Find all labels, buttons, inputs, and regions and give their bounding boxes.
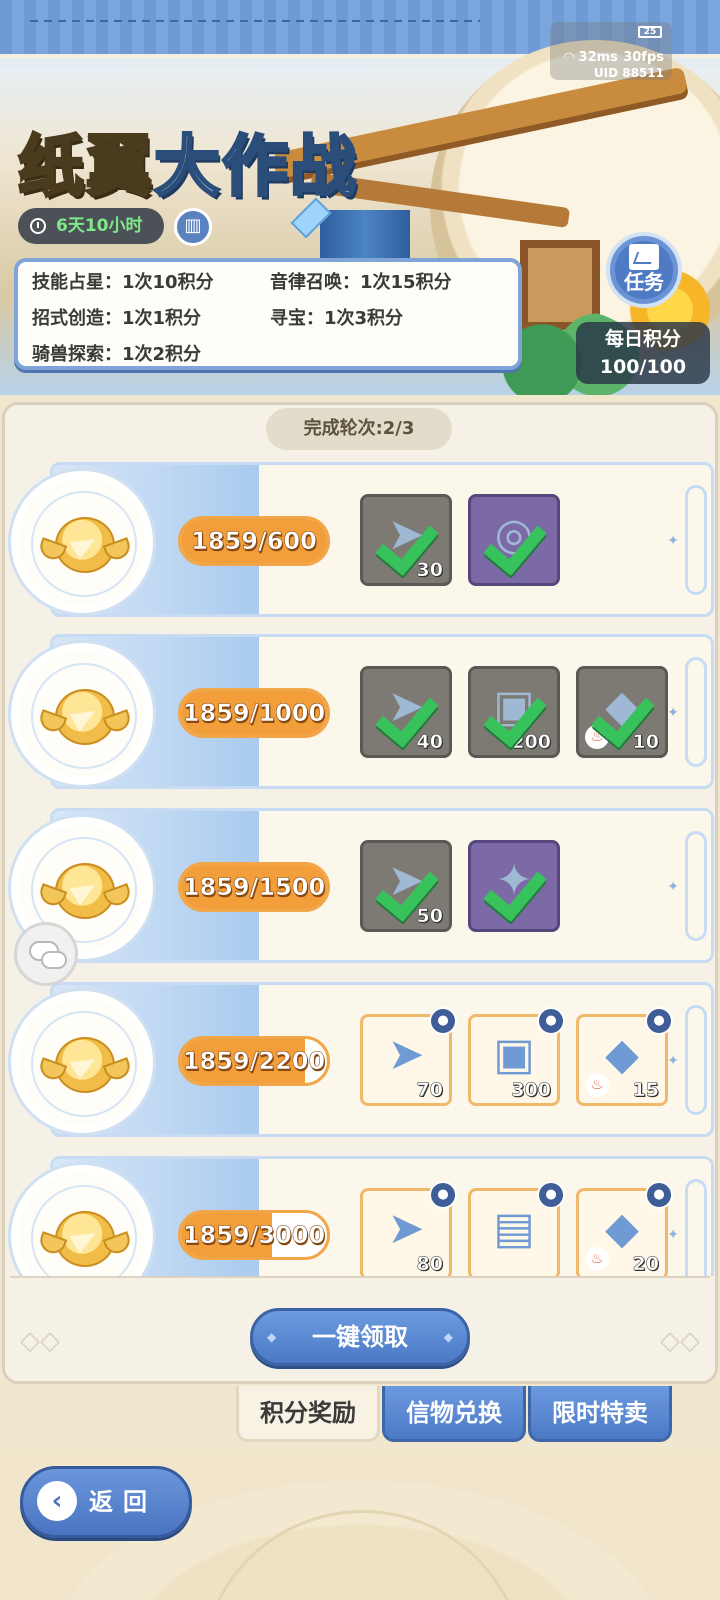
ornament-icon: ◇◇	[20, 1326, 60, 1356]
rule-text: 技能占星：1次10积分	[32, 272, 214, 293]
daily-points-box: 每日积分 100/100	[576, 322, 710, 384]
reward-item-paper-plane[interactable]: ➤ 40	[360, 666, 452, 758]
paper-plane-icon: ➤	[387, 1202, 425, 1254]
lock-icon: ●	[429, 1181, 457, 1209]
paper-plane-icon: ➤	[387, 1028, 425, 1080]
tab-token-exchange[interactable]: 信物兑换	[382, 1386, 526, 1442]
lock-icon: ●	[537, 1007, 565, 1035]
item-quantity: 20	[632, 1253, 659, 1276]
task-button[interactable]: 任务	[606, 232, 682, 308]
reward-tier-list[interactable]: ✦ 1859/600 ➤ 30 ◎ ✦ 1859/1000 ➤ 40 ▣ 200…	[0, 462, 720, 1276]
ping-readout: ◠ 32ms	[564, 50, 618, 65]
reward-item-scroll-chest[interactable]: ▤ ●	[468, 1181, 565, 1276]
tier-medal-icon	[8, 468, 156, 616]
rounds-badge: 完成轮次:2/3	[266, 408, 452, 450]
tab-limited-sale[interactable]: 限时特卖	[528, 1386, 672, 1442]
card-ornament	[685, 485, 707, 595]
gold-wing-coin-icon	[55, 1037, 115, 1093]
sparkle-icon: ✦	[667, 705, 679, 721]
task-book-icon	[629, 244, 659, 270]
reward-item-ore[interactable]: ◆ ♨ 20 ●	[576, 1181, 673, 1276]
item-quantity: 300	[511, 1079, 551, 1102]
card-ornament	[685, 831, 707, 941]
reward-item-canister[interactable]: ▣ 300 ●	[468, 1007, 565, 1106]
status-overlay: 25 ◠ 32ms 30fps UID 88511	[550, 22, 672, 80]
chat-bubble-icon[interactable]	[14, 922, 78, 986]
tier-progress-bar: 1859/1000	[178, 688, 330, 738]
reward-item-paper-plane[interactable]: ➤ 70 ●	[360, 1007, 457, 1106]
tier-progress-bar: 1859/2200	[178, 1036, 330, 1086]
ornament-icon: ◇◇	[660, 1326, 700, 1356]
scroll-chest-icon: ▤	[493, 1202, 535, 1254]
claim-all-button[interactable]: 一键领取	[250, 1308, 470, 1366]
reward-item-emblem-frame[interactable]: ✦	[468, 840, 560, 932]
lock-icon: ●	[429, 1007, 457, 1035]
canister-icon: ▣	[493, 1028, 535, 1080]
tab-points-reward[interactable]: 积分奖励	[236, 1386, 380, 1442]
sparkle-icon: ✦	[667, 1053, 679, 1069]
reward-item-ore[interactable]: ◆ ♨ 15 ●	[576, 1007, 673, 1106]
sparkle-icon: ✦	[667, 533, 679, 549]
ore-icon: ◆	[605, 1202, 639, 1254]
rule-text: 招式创造：1次1积分	[32, 308, 202, 329]
item-quantity: 30	[416, 559, 443, 582]
sparkle-icon: ✦	[667, 879, 679, 895]
card-ornament	[685, 657, 707, 767]
wifi-icon: ◠	[564, 50, 579, 65]
claimed-check-icon	[483, 509, 547, 577]
tier-progress-bar: 1859/1500	[178, 862, 330, 912]
progress-text: 1859/2200	[182, 1047, 326, 1076]
back-button[interactable]: ‹ 返回	[20, 1466, 192, 1538]
gold-wing-coin-icon	[55, 863, 115, 919]
tier-medal-icon	[8, 988, 156, 1136]
tier-progress-bar: 1859/600	[178, 516, 330, 566]
claimed-check-icon	[483, 855, 547, 923]
item-quantity: 40	[416, 731, 443, 754]
uid-label: UID 88511	[593, 66, 664, 80]
ore-icon: ◆	[605, 1028, 639, 1080]
reward-item-paper-plane[interactable]: ➤ 80 ●	[360, 1181, 457, 1276]
lock-icon: ●	[537, 1181, 565, 1209]
back-arrow-icon: ‹	[37, 1481, 77, 1521]
points-rules-box: 技能占星：1次10积分 音律召唤：1次15积分 招式创造：1次1积分 寻宝：1次…	[14, 258, 522, 370]
reward-item-paper-plane[interactable]: ➤ 30	[360, 494, 452, 586]
clock-icon	[30, 218, 46, 234]
item-quantity: 10	[632, 731, 659, 754]
countdown-badge: 6天10小时	[18, 208, 164, 244]
event-banner: 25 ◠ 32ms 30fps UID 88511 纸翼大作战 6天10小时 ▥…	[0, 0, 720, 395]
reward-item-ore[interactable]: ◆ ♨ 10	[576, 666, 668, 758]
lock-icon: ●	[645, 1007, 673, 1035]
progress-text: 1859/1500	[182, 873, 326, 902]
divider	[10, 1276, 710, 1284]
event-title: 纸翼大作战	[17, 128, 358, 205]
sparkle-icon: ✦	[667, 1227, 679, 1243]
progress-text: 1859/600	[191, 527, 317, 556]
item-quantity: 80	[416, 1253, 443, 1276]
tier-medal-icon	[8, 640, 156, 788]
reward-item-paper-plane[interactable]: ➤ 50	[360, 840, 452, 932]
item-quantity: 15	[632, 1079, 659, 1102]
tier-progress-bar: 1859/3000	[178, 1210, 330, 1260]
gold-wing-coin-icon	[55, 517, 115, 573]
rule-text: 骑兽探索：1次2积分	[32, 344, 202, 365]
progress-text: 1859/1000	[182, 699, 326, 728]
fps-readout: 30fps	[623, 50, 664, 65]
lock-icon: ●	[645, 1181, 673, 1209]
gold-wing-coin-icon	[55, 689, 115, 745]
item-quantity: 70	[416, 1079, 443, 1102]
rule-text: 寻宝：1次3积分	[270, 308, 404, 329]
progress-text: 1859/3000	[182, 1221, 326, 1250]
fire-icon: ♨	[585, 1073, 609, 1097]
book-icon[interactable]: ▥	[174, 208, 212, 246]
rule-text: 音律召唤：1次15积分	[270, 272, 452, 293]
gold-wing-coin-icon	[55, 1211, 115, 1267]
card-ornament	[685, 1005, 707, 1115]
reward-item-canister[interactable]: ▣ 200	[468, 666, 560, 758]
fire-icon: ♨	[585, 1247, 609, 1271]
battery-icon: 25	[638, 26, 662, 38]
card-ornament	[685, 1179, 707, 1276]
reward-item-coin-frame[interactable]: ◎	[468, 494, 560, 586]
item-quantity: 50	[416, 905, 443, 928]
